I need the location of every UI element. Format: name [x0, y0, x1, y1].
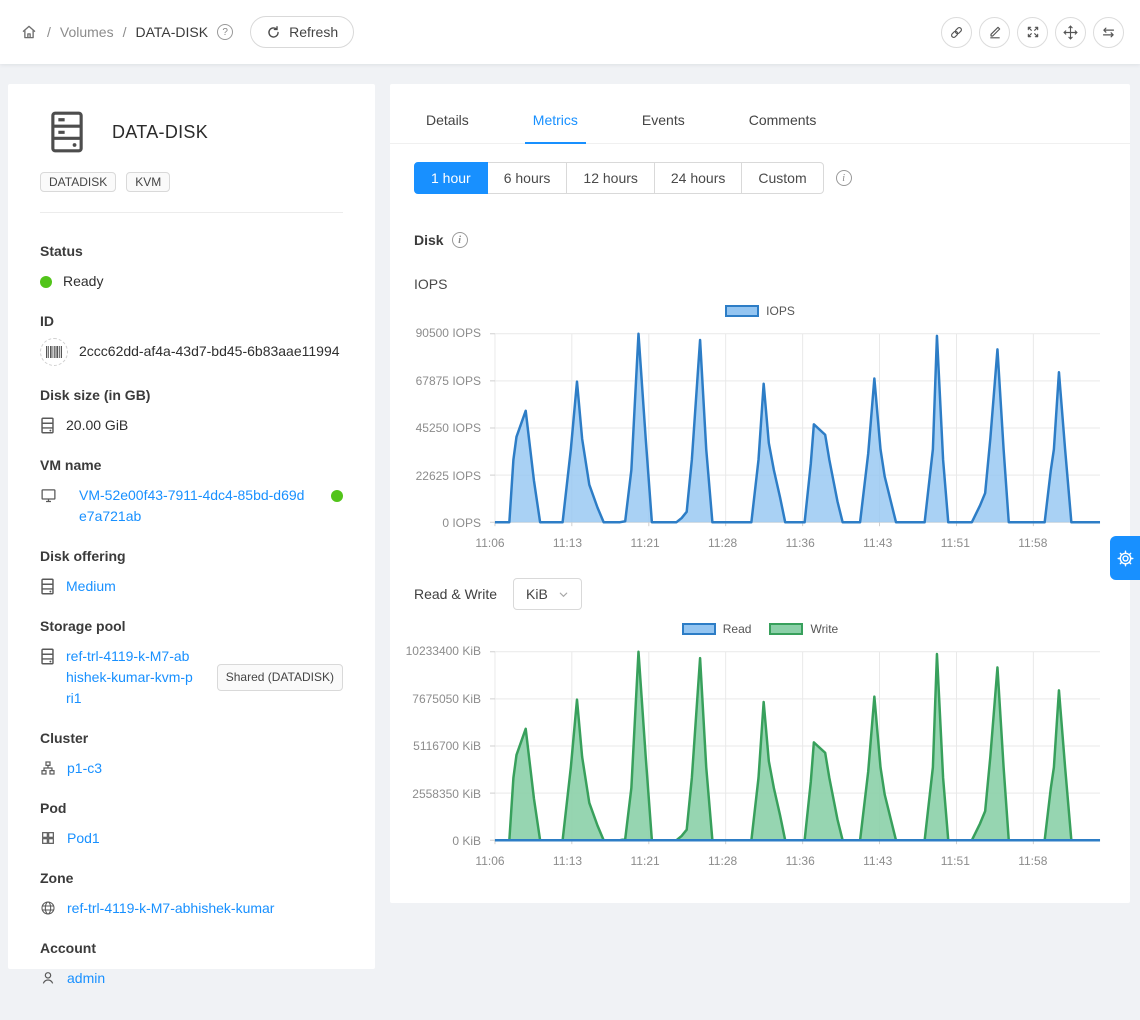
disk-offering-link[interactable]: Medium — [66, 576, 116, 597]
disk-section-title: Disk — [414, 232, 444, 248]
field-account: Account admin — [40, 940, 343, 989]
iops-chart: IOPS 90500 IOPS67875 IOPS45250 IOPS22625… — [390, 292, 1130, 554]
field-vm-name: VM name VM-52e00f43-7911-4dc4-85bd-d69de… — [40, 457, 343, 527]
refresh-button[interactable]: Refresh — [250, 16, 354, 48]
rw-chart: Read Write 10233400 KiB7675050 KiB511670… — [390, 610, 1130, 872]
breadcrumb-volumes[interactable]: Volumes — [60, 24, 114, 40]
expand-arrows-icon — [1025, 24, 1041, 40]
reload-icon — [266, 25, 281, 40]
help-icon[interactable] — [217, 24, 233, 40]
iops-x-axis: 11:0611:1311:2111:2811:3611:4311:5111:58 — [490, 532, 1106, 554]
status-dot-icon — [40, 276, 52, 288]
tab-events[interactable]: Events — [642, 104, 685, 143]
attach-volume-button[interactable] — [941, 17, 972, 48]
breadcrumb: / Volumes / DATA-DISK Refresh — [20, 16, 354, 48]
field-storage-pool: Storage pool ref-trl-4119-k-M7-abhishek-… — [40, 618, 343, 709]
rw-chart-title: Read & Write — [414, 586, 497, 602]
iops-y-axis: 90500 IOPS67875 IOPS45250 IOPS22625 IOPS… — [414, 323, 490, 532]
volume-detail-panel: Details Metrics Events Comments 1 hour 6… — [390, 84, 1130, 903]
move-volume-button[interactable] — [1055, 17, 1086, 48]
range-12-hours[interactable]: 12 hours — [566, 162, 654, 194]
cluster-link[interactable]: p1-c3 — [67, 758, 102, 779]
cluster-icon — [40, 760, 56, 776]
edit-pencil-icon — [987, 24, 1003, 40]
field-pod: Pod Pod1 — [40, 800, 343, 849]
zone-globe-icon — [40, 900, 56, 916]
home-icon[interactable] — [20, 23, 38, 41]
field-disk-size: Disk size (in GB) 20.00 GiB — [40, 387, 343, 436]
edit-volume-button[interactable] — [979, 17, 1010, 48]
barcode-icon — [40, 338, 68, 366]
disk-size-value: 20.00 GiB — [66, 415, 128, 436]
tab-comments[interactable]: Comments — [749, 104, 817, 143]
vm-monitor-icon — [40, 487, 57, 504]
field-id: ID 2ccc62dd-af4a-43d7-bd45-6b83aae11994 — [40, 313, 343, 366]
volume-id-value: 2ccc62dd-af4a-43d7-bd45-6b83aae11994 — [79, 341, 340, 362]
field-cluster: Cluster p1-c3 — [40, 730, 343, 779]
swap-arrows-icon — [1100, 24, 1117, 41]
breadcrumb-separator: / — [123, 24, 127, 40]
link-icon — [948, 24, 965, 41]
tab-metrics[interactable]: Metrics — [533, 104, 578, 143]
info-icon[interactable] — [452, 232, 468, 248]
volume-summary-panel: DATA-DISK DATADISK KVM Status Ready ID 2… — [8, 84, 375, 969]
field-status: Status Ready — [40, 243, 343, 292]
hdd-icon — [40, 648, 55, 665]
vm-name-link[interactable]: VM-52e00f43-7911-4dc4-85bd-d69de7a721ab — [79, 485, 311, 527]
storage-pool-scope-tag: Shared (DATADISK) — [217, 664, 343, 691]
read-legend-swatch[interactable] — [682, 623, 716, 635]
hdd-icon — [40, 417, 55, 434]
user-icon — [40, 970, 56, 986]
info-icon[interactable] — [836, 170, 852, 186]
vm-status-dot-icon — [331, 490, 343, 502]
range-24-hours[interactable]: 24 hours — [654, 162, 742, 194]
breadcrumb-separator: / — [47, 24, 51, 40]
range-1-hour[interactable]: 1 hour — [414, 162, 488, 194]
time-range-group: 1 hour 6 hours 12 hours 24 hours Custom — [414, 162, 824, 194]
iops-chart-title: IOPS — [390, 248, 1130, 292]
pod-grid-icon — [40, 830, 56, 846]
pod-link[interactable]: Pod1 — [67, 828, 100, 849]
hypervisor-tag: KVM — [126, 172, 170, 192]
field-disk-offering: Disk offering Medium — [40, 548, 343, 597]
volume-title: DATA-DISK — [112, 122, 208, 143]
account-link[interactable]: admin — [67, 968, 105, 989]
range-6-hours[interactable]: 6 hours — [487, 162, 568, 194]
tab-details[interactable]: Details — [426, 104, 469, 143]
gear-icon — [1116, 549, 1135, 568]
unit-select[interactable]: KiB — [513, 578, 582, 610]
storage-pool-link[interactable]: ref-trl-4119-k-M7-abhishek-kumar-kvm-pri… — [66, 646, 194, 709]
time-range-row: 1 hour 6 hours 12 hours 24 hours Custom — [390, 144, 1130, 194]
field-zone: Zone ref-trl-4119-k-M7-abhishek-kumar — [40, 870, 343, 919]
move-arrows-icon — [1062, 24, 1079, 41]
zone-link[interactable]: ref-trl-4119-k-M7-abhishek-kumar — [67, 898, 274, 919]
migrate-volume-button[interactable] — [1093, 17, 1124, 48]
rw-x-axis: 11:0611:1311:2111:2811:3611:4311:5111:58 — [490, 850, 1106, 872]
iops-legend-swatch[interactable] — [725, 305, 759, 317]
rw-plot-area[interactable] — [490, 641, 1102, 850]
rw-legend: Read Write — [414, 622, 1106, 636]
topbar: / Volumes / DATA-DISK Refresh — [0, 0, 1140, 64]
settings-fab-button[interactable] — [1110, 536, 1140, 580]
resize-volume-button[interactable] — [1017, 17, 1048, 48]
volume-hdd-icon — [48, 110, 86, 154]
rw-y-axis: 10233400 KiB7675050 KiB5116700 KiB255835… — [414, 641, 490, 850]
range-custom[interactable]: Custom — [741, 162, 823, 194]
iops-legend: IOPS — [414, 304, 1106, 318]
breadcrumb-current: DATA-DISK — [135, 24, 208, 40]
volume-type-tag: DATADISK — [40, 172, 116, 192]
write-legend-swatch[interactable] — [769, 623, 803, 635]
detail-tabs: Details Metrics Events Comments — [390, 84, 1130, 144]
status-value: Ready — [63, 271, 103, 292]
volume-actions — [941, 17, 1124, 48]
hdd-icon — [40, 578, 55, 595]
iops-plot-area[interactable] — [490, 323, 1102, 532]
chevron-down-icon — [558, 589, 569, 600]
